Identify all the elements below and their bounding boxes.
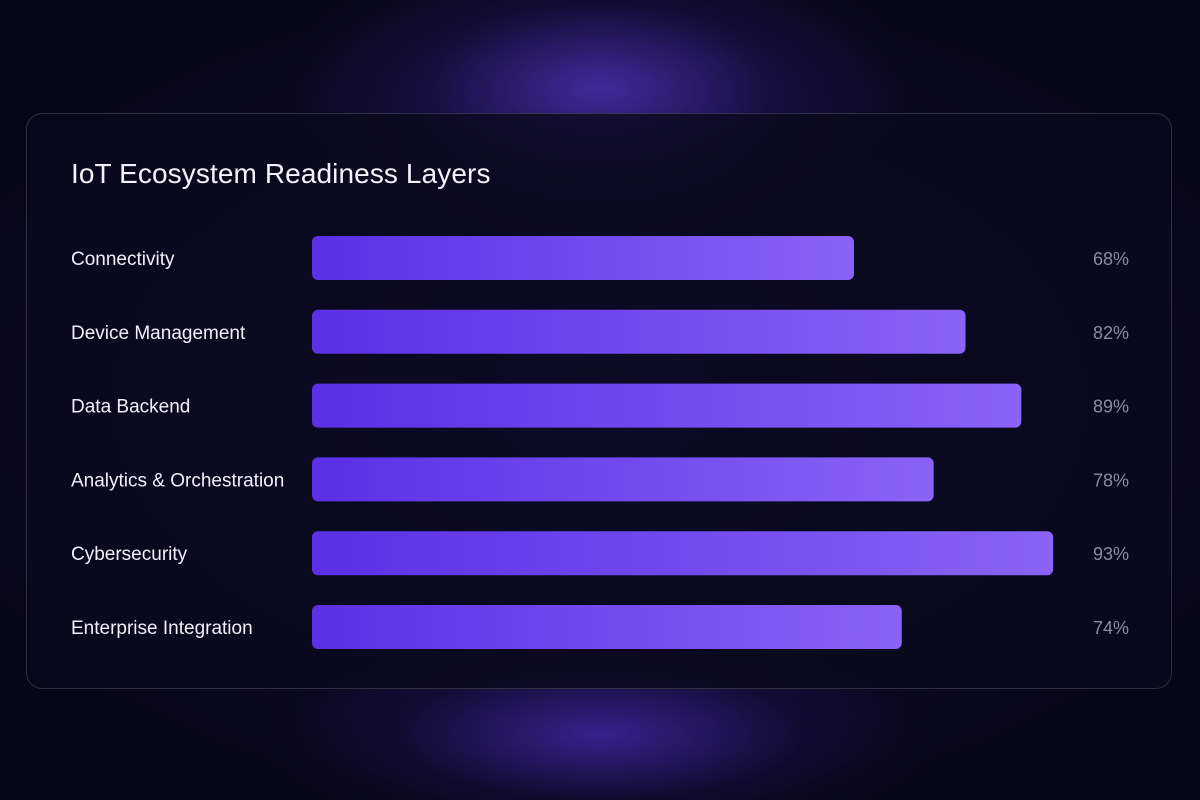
bar-chart: Connectivity 68% Device Management 82% Data … bbox=[71, 236, 1129, 649]
bar bbox=[312, 309, 966, 354]
value-label: 89% bbox=[1093, 397, 1129, 417]
value-label: 93% bbox=[1093, 544, 1129, 564]
value-label: 74% bbox=[1093, 618, 1129, 638]
bar bbox=[312, 236, 854, 280]
bar-rows: Connectivity 68% Device Management 82% Data … bbox=[71, 236, 1129, 649]
category-label: Device Management bbox=[71, 323, 246, 344]
value-label: 68% bbox=[1093, 249, 1129, 269]
value-label: 78% bbox=[1093, 470, 1129, 490]
category-label: Connectivity bbox=[71, 249, 175, 270]
value-label: 82% bbox=[1093, 323, 1129, 343]
bar bbox=[312, 383, 1022, 428]
category-label: Enterprise Integration bbox=[71, 618, 253, 639]
bar bbox=[312, 605, 902, 649]
bar bbox=[312, 531, 1054, 576]
category-label: Cybersecurity bbox=[71, 544, 188, 565]
category-label: Analytics & Orchestration bbox=[71, 470, 284, 491]
bar bbox=[312, 457, 934, 502]
chart-card: IoT Ecosystem Readiness Layers Connectiv… bbox=[26, 113, 1172, 689]
category-label: Data Backend bbox=[71, 397, 190, 418]
